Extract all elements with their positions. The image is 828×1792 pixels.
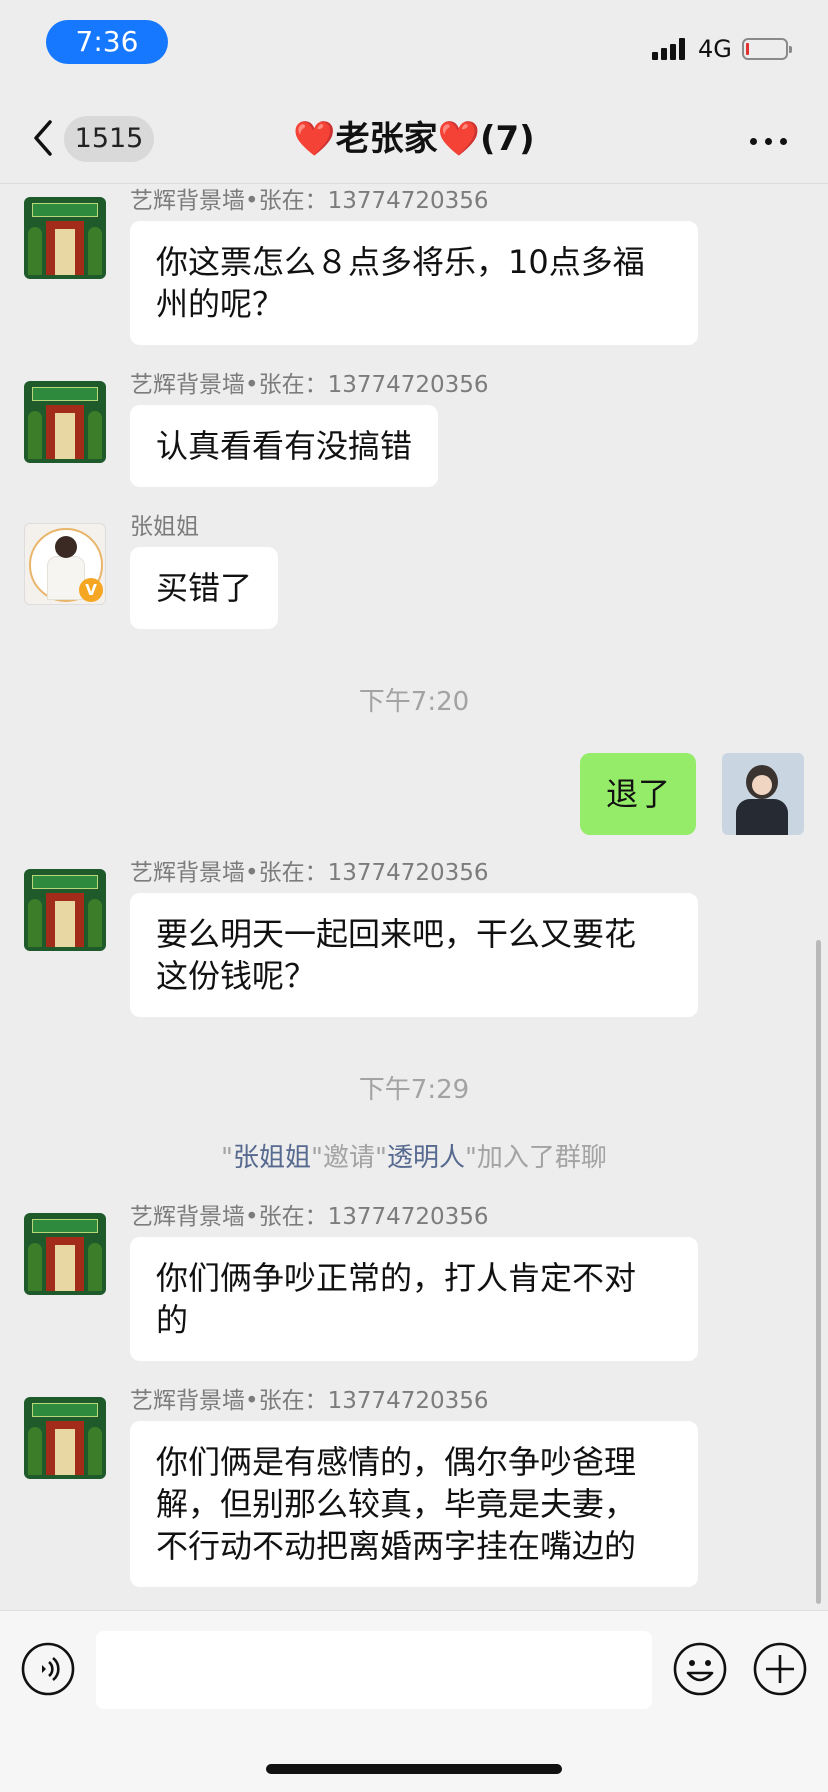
emoji-icon[interactable] <box>672 1641 728 1697</box>
voice-icon[interactable] <box>20 1641 76 1697</box>
network-type: 4G <box>698 35 732 63</box>
plus-icon[interactable] <box>752 1641 808 1697</box>
signal-icon <box>652 38 690 60</box>
chat-title: ❤️老张家❤️(7) <box>293 119 535 159</box>
timestamp: 下午7:29 <box>358 1075 470 1105</box>
message-bubble[interactable]: 你们俩是有感情的，偶尔争吵爸理 解，但别那么较真，毕竟是夫妻， 不行动不动把离婚… <box>130 1421 698 1587</box>
home-indicator <box>266 1764 562 1774</box>
avatar-self[interactable] <box>722 753 804 835</box>
message-text: 不行动不动把离婚两字挂在嘴边的 <box>156 1527 637 1565</box>
message-bubble[interactable]: 你这票怎么８点多将乐，10点多福 州的呢？ <box>130 221 698 345</box>
verified-icon: V <box>79 578 103 602</box>
message-text: 的 <box>156 1301 189 1339</box>
message-text: 退了 <box>606 775 671 813</box>
sender-name: 艺辉背景墙•张在：13774720356 <box>130 1204 489 1230</box>
sender-name: 艺辉背景墙•张在：13774720356 <box>130 1388 489 1414</box>
status-time: 7:36 <box>46 20 168 64</box>
scrollbar[interactable] <box>816 940 821 1604</box>
message-text: 买错了 <box>156 569 253 607</box>
timestamp: 下午7:20 <box>358 687 470 717</box>
user-link[interactable]: 张姐姐 <box>233 1143 311 1173</box>
back-arrow-icon[interactable] <box>28 118 58 158</box>
message-text: 认真看看有没搞错 <box>156 427 413 465</box>
message-text: 解，但别那么较真，毕竟是夫妻， <box>156 1485 637 1523</box>
message-bubble[interactable]: 要么明天一起回来吧，干么又要花 这份钱呢？ <box>130 893 698 1017</box>
message-text: 你这票怎么８点多将乐，10点多福 <box>156 243 645 281</box>
sender-name: 艺辉背景墙•张在：13774720356 <box>130 860 489 886</box>
message-input[interactable] <box>96 1631 652 1709</box>
sender-name: 艺辉背景墙•张在：13774720356 <box>130 372 489 398</box>
message-text: 你们俩是有感情的，偶尔争吵爸理 <box>156 1443 637 1481</box>
avatar[interactable]: V <box>24 523 106 605</box>
message-text: 要么明天一起回来吧，干么又要花 <box>156 915 637 953</box>
more-icon[interactable] <box>750 138 790 148</box>
sender-name: 张姐姐 <box>130 514 199 540</box>
avatar[interactable] <box>24 869 106 951</box>
avatar[interactable] <box>24 381 106 463</box>
avatar[interactable] <box>24 1213 106 1295</box>
status-bar: 7:36 4G <box>0 0 828 88</box>
unread-badge[interactable]: 1515 <box>64 116 154 162</box>
avatar[interactable] <box>24 197 106 279</box>
message-text: 你们俩争吵正常的，打人肯定不对 <box>156 1259 637 1297</box>
message-bubble-self[interactable]: 退了 <box>580 753 697 835</box>
message-text: 这份钱呢？ <box>156 957 317 995</box>
system-message: "张姐姐"邀请"透明人"加入了群聊 <box>221 1143 607 1173</box>
message-list[interactable]: 艺辉背景墙•张在：13774720356 你这票怎么８点多将乐，10点多福 州的… <box>0 185 828 1610</box>
avatar[interactable] <box>24 1397 106 1479</box>
sender-name: 艺辉背景墙•张在：13774720356 <box>130 188 489 214</box>
battery-icon <box>742 38 792 60</box>
message-bubble[interactable]: 买错了 <box>130 547 279 629</box>
user-link[interactable]: 透明人 <box>387 1143 465 1173</box>
message-text: 州的呢？ <box>156 285 285 323</box>
message-bubble[interactable]: 你们俩争吵正常的，打人肯定不对 的 <box>130 1237 698 1361</box>
message-bubble[interactable]: 认真看看有没搞错 <box>130 405 439 487</box>
chat-header: 1515 ❤️老张家❤️(7) <box>0 88 828 184</box>
